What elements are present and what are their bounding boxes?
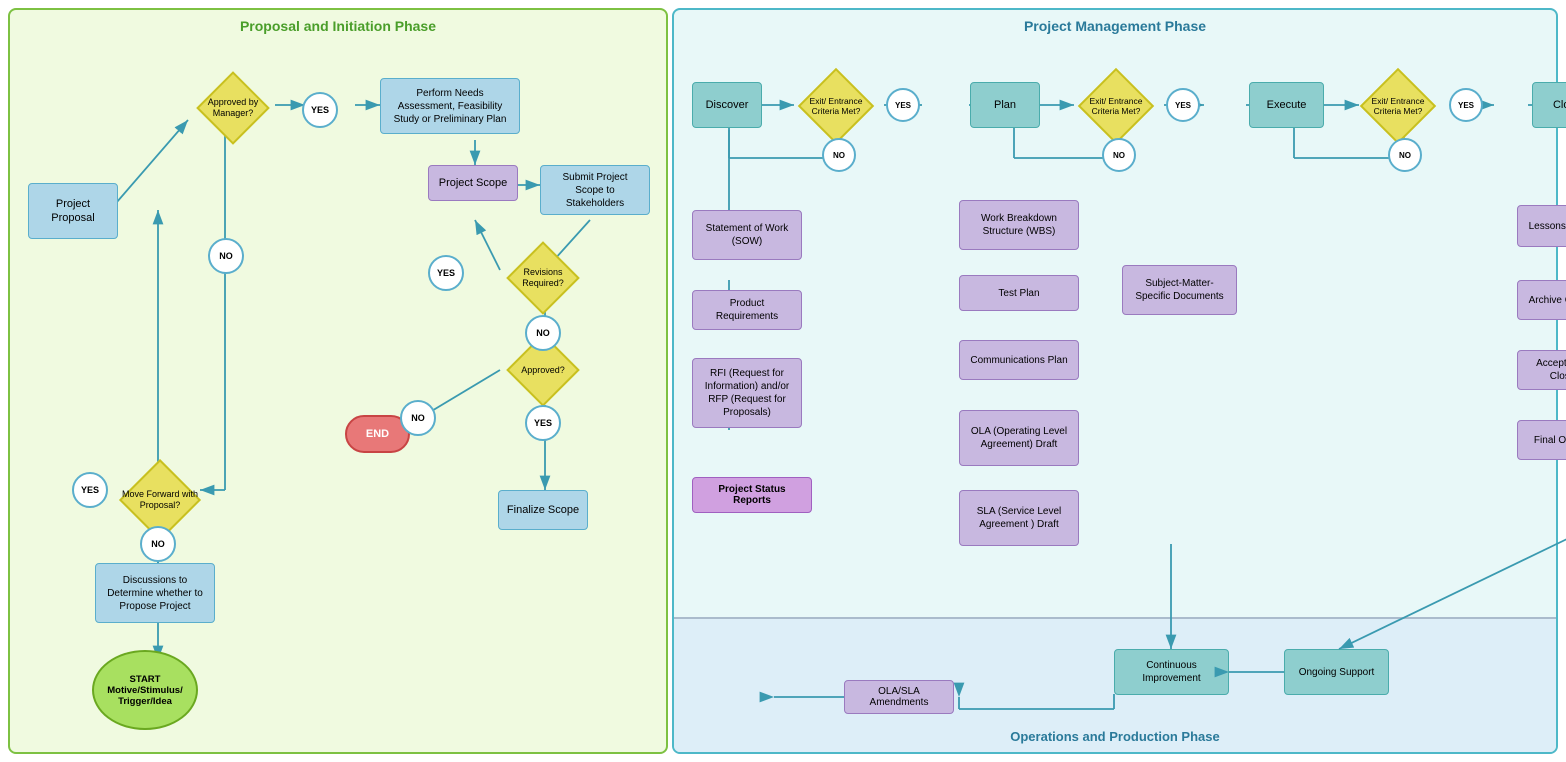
yes-e3-circle: YES [1449,88,1483,122]
ola-draft-box: OLA (Operating Level Agreement) Draft [959,410,1079,466]
lessons-learned-box: Lessons Learned [1517,205,1566,247]
discussions-box: Discussions to Determine whether to Prop… [95,563,215,623]
exit3-diamond: Exit/ Entrance Criteria Met? [1352,75,1444,137]
no-e3-circle: NO [1388,138,1422,172]
execute-box: Execute [1249,82,1324,128]
no-e1-circle: NO [822,138,856,172]
plan-box: Plan [970,82,1040,128]
exit1-diamond: Exit/ Entrance Criteria Met? [790,75,882,137]
no-e2-circle: NO [1102,138,1136,172]
finalize-scope-box: Finalize Scope [498,490,588,530]
no1-circle: NO [208,238,244,274]
right-phase-title: Project Management Phase [674,10,1556,38]
start-box: START Motive/Stimulus/ Trigger/Idea [92,650,198,730]
sow-box: Statement of Work (SOW) [692,210,802,260]
project-scope-box: Project Scope [428,165,518,201]
test-plan-box: Test Plan [959,275,1079,311]
project-proposal: Project Proposal [28,183,118,239]
yes-approved-circle: YES [525,405,561,441]
yes-e1-circle: YES [886,88,920,122]
approved-by-manager-diamond: Approved by Manager? [188,78,278,138]
left-panel: Proposal and Initiation Phase [8,8,668,754]
yes-e2-circle: YES [1166,88,1200,122]
exit2-diamond: Exit/ Entrance Criteria Met? [1070,75,1162,137]
no-revisions-circle: NO [525,315,561,351]
product-req-box: Product Requirements [692,290,802,330]
final-ola-sla-box: Final OLA/SLA [1517,420,1566,460]
ongoing-support-box: Ongoing Support [1284,649,1389,695]
acceptance-box: Acceptance & Closure [1517,350,1566,390]
perform-needs-box: Perform Needs Assessment, Feasibility St… [380,78,520,134]
ops-phase-title: Operations and Production Phase [1010,729,1219,744]
continuous-improvement-box: Continuous Improvement [1114,649,1229,695]
revisions-diamond: Revisions Required? [498,248,588,308]
comm-plan-box: Communications Plan [959,340,1079,380]
yes1-circle: YES [302,92,338,128]
operations-section: Operations and Production Phase OLA/SLA … [674,617,1556,752]
close-box: Close [1532,82,1566,128]
no2-circle: NO [140,526,176,562]
project-status-box: Project Status Reports [692,470,812,520]
right-panel: Project Management Phase [672,8,1558,754]
subject-matter-box: Subject-Matter-Specific Documents [1122,265,1237,315]
sla-draft-box: SLA (Service Level Agreement ) Draft [959,490,1079,546]
discover-box: Discover [692,82,762,128]
archive-checklist-box: Archive Checklist [1517,280,1566,320]
move-forward-diamond: Move Forward with Proposal? [106,466,214,534]
submit-scope-box: Submit Project Scope to Stakeholders [540,165,650,215]
yes3-circle: YES [72,472,108,508]
main-container: Proposal and Initiation Phase [0,0,1566,762]
ola-sla-amendments-box: OLA/SLA Amendments [844,674,954,720]
yes2-circle: YES [428,255,464,291]
rfi-box: RFI (Request for Information) and/or RFP… [692,358,802,428]
no-approved-circle: NO [400,400,436,436]
wbs-box: Work Breakdown Structure (WBS) [959,200,1079,250]
left-phase-title: Proposal and Initiation Phase [10,10,666,38]
